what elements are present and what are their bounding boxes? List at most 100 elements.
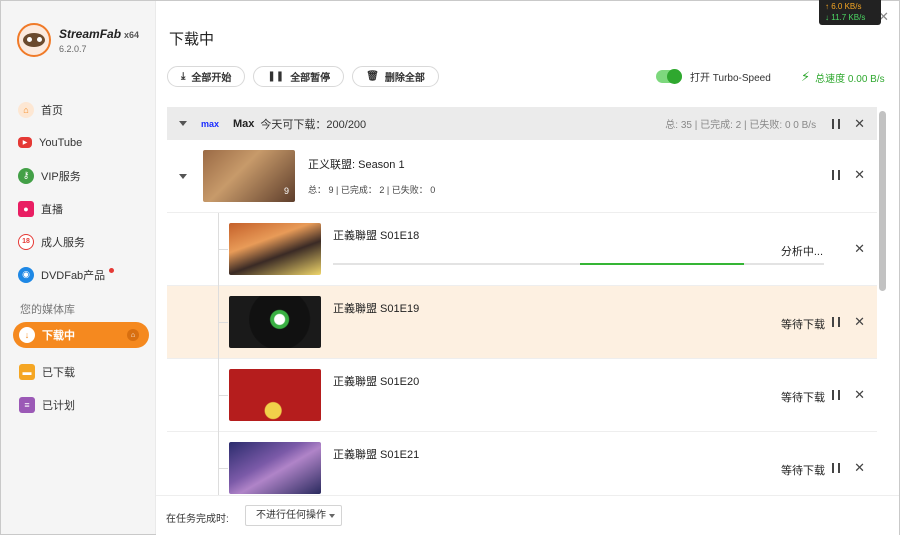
pause-icon[interactable] <box>832 170 841 180</box>
group-name: Max <box>233 117 255 130</box>
on-complete-label: 在任务完成时: <box>166 514 229 525</box>
app-name: StreamFab <box>59 26 122 41</box>
sidebar-item-label: 成人服务 <box>41 236 85 249</box>
group-header: max Max 今天可下载：200/200 总: 35 | 已完成: 2 | 已… <box>167 107 877 140</box>
sidebar-item-downloaded[interactable]: ▬ 已下载 <box>13 355 149 388</box>
folder-icon: ▬ <box>19 363 35 380</box>
start-all-button[interactable]: ⤓ 全部开始 <box>167 66 246 87</box>
trash-icon: 🗑 <box>366 71 379 82</box>
dvdfab-icon: ◉ <box>18 266 34 283</box>
collapse-caret-icon[interactable] <box>179 173 187 179</box>
sidebar-item-downloading[interactable]: ↓ 下载中 ⌂ <box>13 322 149 348</box>
episode-title: 正義聯盟 S01E18 <box>333 230 420 242</box>
turbo-speed-toggle[interactable] <box>656 69 682 84</box>
episode-title: 正義聯盟 S01E19 <box>333 303 420 315</box>
app-version: 6.2.0.7 <box>59 43 87 54</box>
vip-key-icon: ⚷ <box>18 167 34 184</box>
footer: 在任务完成时: 不进行任何操作 <box>156 495 899 535</box>
episode-progress-fill <box>579 263 745 265</box>
episode-count-badge: 9 <box>283 186 289 196</box>
app-arch: x64 <box>124 29 140 40</box>
brand: StreamFab x64 6.2.0.7 <box>17 23 139 57</box>
turbo-speed: 打开 Turbo-Speed <box>656 69 771 84</box>
max-logo-icon: max <box>201 118 220 129</box>
total-speed-label: 总速度 0.00 B/s <box>815 73 885 85</box>
close-icon[interactable]: ✕ <box>854 168 865 181</box>
sidebar-item-dvdfab[interactable]: ◉ DVDFab产品 <box>14 258 149 291</box>
sidebar-item-adult[interactable]: 18 成人服务 <box>14 225 149 258</box>
sidebar-item-scheduled[interactable]: ≡ 已计划 <box>13 388 149 421</box>
sidebar-item-label: 直播 <box>41 203 63 216</box>
home-icon: ⌂ <box>18 101 34 118</box>
download-icon: ↓ <box>19 327 35 343</box>
lightning-icon: ⚡ <box>801 69 811 84</box>
pause-icon[interactable] <box>832 390 841 400</box>
delete-all-button[interactable]: 🗑 删除全部 <box>352 66 439 87</box>
episode-thumbnail <box>229 223 321 275</box>
episode-row: 正義聯盟 S01E19 等待下载 ✕ <box>167 286 877 359</box>
delete-all-label: 删除全部 <box>384 73 425 84</box>
sidebar-item-label: 首页 <box>41 104 63 117</box>
pause-icon[interactable] <box>832 118 841 129</box>
episode-status: 等待下载 <box>781 392 825 404</box>
close-icon[interactable]: ✕ <box>854 315 865 328</box>
episode-row: 正義聯盟 S01E21 等待下载 ✕ <box>167 432 877 495</box>
pause-all-button[interactable]: ❚❚ 全部暂停 <box>253 66 345 87</box>
download-icon: ⤓ <box>181 71 186 82</box>
download-speed: ↓ 11.7 KB/s <box>825 13 866 22</box>
pause-icon[interactable] <box>832 317 841 327</box>
library-title: 您的媒体库 <box>20 304 75 316</box>
group-stats: 总: 35 | 已完成: 2 | 已失败: 0 0 B/s <box>665 120 817 131</box>
sidebar: StreamFab x64 6.2.0.7 ⌂ 首页 ▶ YouTube ⚷ VI… <box>1 1 156 534</box>
sidebar-item-home[interactable]: ⌂ 首页 <box>14 93 149 126</box>
sidebar-item-label: 下载中 <box>42 330 75 342</box>
live-video-icon: ● <box>18 200 34 217</box>
collapse-caret-icon[interactable] <box>179 121 187 126</box>
sidebar-item-label: 已下载 <box>42 366 75 379</box>
download-group: max Max 今天可下载：200/200 总: 35 | 已完成: 2 | 已… <box>167 107 877 495</box>
group-quota: 今天可下载：200/200 <box>260 118 367 131</box>
notification-dot <box>109 268 115 273</box>
chevron-down-icon <box>329 514 335 518</box>
total-speed: ⚡ 总速度 0.00 B/s <box>801 69 885 85</box>
episode-row: 正義聯盟 S01E20 等待下载 ✕ <box>167 359 877 432</box>
schedule-icon: ≡ <box>19 396 35 413</box>
streamfab-logo-icon <box>17 23 51 57</box>
toolbar: ⤓ 全部开始 ❚❚ 全部暂停 🗑 删除全部 <box>167 66 439 87</box>
episode-row: 正義聯盟 S01E18 分析中... ✕ <box>167 213 877 286</box>
season-thumbnail: 9 <box>203 150 295 202</box>
lock-badge-icon: ⌂ <box>127 329 139 341</box>
adult-18-icon: 18 <box>18 233 34 250</box>
episode-status: 分析中... <box>780 246 823 258</box>
close-icon[interactable]: ✕ <box>854 117 865 130</box>
episode-thumbnail <box>229 369 321 421</box>
episode-status: 等待下载 <box>781 465 825 477</box>
sidebar-nav: ⌂ 首页 ▶ YouTube ⚷ VIP服务 ● 直播 18 成人服务 ◉ DV… <box>14 93 149 291</box>
turbo-speed-label: 打开 Turbo-Speed <box>690 73 771 84</box>
youtube-icon: ▶ <box>18 137 32 148</box>
sidebar-item-vip[interactable]: ⚷ VIP服务 <box>14 159 149 192</box>
sidebar-item-label: YouTube <box>39 136 83 149</box>
sidebar-item-label: 已计划 <box>42 399 75 412</box>
app-window: StreamFab x64 6.2.0.7 ⌂ 首页 ▶ YouTube ⚷ VI… <box>0 0 900 535</box>
pause-icon[interactable] <box>832 463 841 473</box>
sidebar-item-youtube[interactable]: ▶ YouTube <box>14 126 149 159</box>
close-icon[interactable]: ✕ <box>854 242 865 255</box>
page-title: 下载中 <box>169 31 215 48</box>
episode-thumbnail <box>229 442 321 494</box>
episode-title: 正義聯盟 S01E20 <box>333 376 420 388</box>
library-nav: ↓ 下载中 ⌂ ▬ 已下载 ≡ 已计划 <box>13 322 149 421</box>
sidebar-item-live[interactable]: ● 直播 <box>14 192 149 225</box>
scrollbar[interactable] <box>879 111 886 291</box>
episode-status: 等待下载 <box>781 319 825 331</box>
close-icon[interactable]: ✕ <box>854 461 865 474</box>
on-complete-value: 不进行任何操作 <box>256 510 326 521</box>
pause-all-label: 全部暂停 <box>290 73 331 84</box>
close-icon[interactable]: ✕ <box>854 388 865 401</box>
season-title: 正义联盟: Season 1 <box>308 159 405 171</box>
sidebar-item-label: DVDFab产品 <box>41 269 106 282</box>
on-complete-select[interactable]: 不进行任何操作 <box>245 505 342 526</box>
episode-thumbnail <box>229 296 321 348</box>
upload-speed: ↑ 6.0 KB/s <box>825 2 862 11</box>
pause-icon: ❚❚ <box>267 71 285 82</box>
